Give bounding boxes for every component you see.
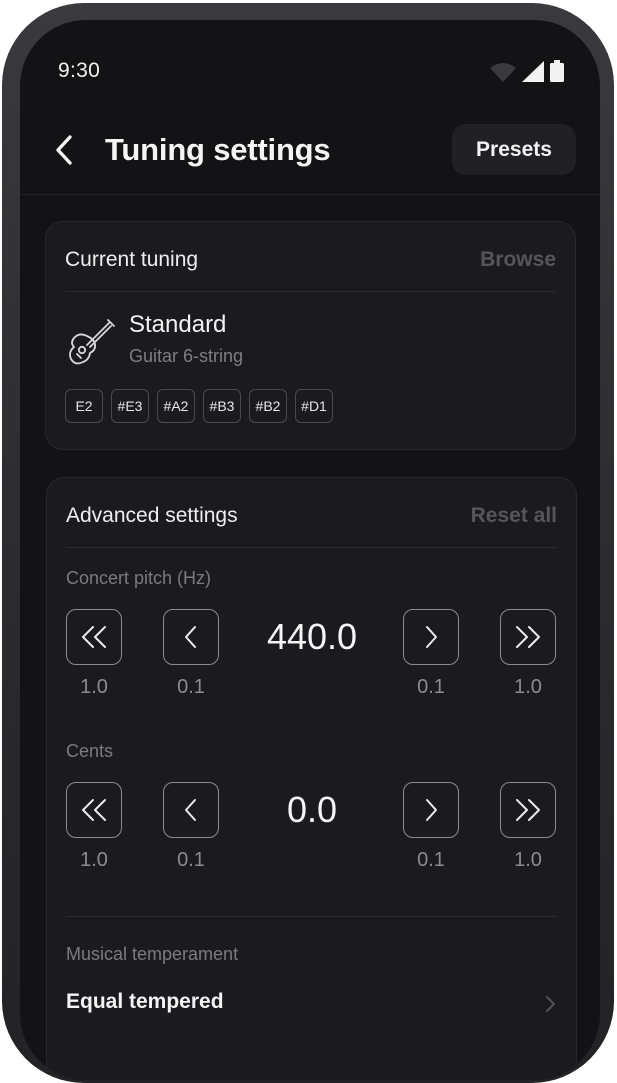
pitch-decrease-large-button[interactable] [66,609,122,665]
temperament-selector[interactable]: Equal tempered [66,990,224,1014]
back-button[interactable] [46,130,82,170]
status-time: 9:30 [58,59,101,82]
double-chevron-right-icon [516,626,540,648]
note-chip: #E3 [111,389,149,423]
chevron-right-icon [426,799,437,821]
pitch-increase-small-button[interactable] [403,609,459,665]
pitch-decrease-small-button[interactable] [163,609,219,665]
browse-button[interactable]: Browse [480,248,556,272]
cents-label: Cents [66,741,114,761]
card-divider [65,291,556,292]
page-title: Tuning settings [105,132,331,167]
card-divider [66,547,557,548]
cents-decrease-large-button[interactable] [66,782,122,838]
cents-value: 0.0 [286,789,338,830]
pitch-step-small-up: 0.1 [417,676,445,698]
pitch-step-large-up: 1.0 [514,676,542,698]
status-bar: 9:30 [20,20,600,110]
current-tuning-heading: Current tuning [65,248,199,271]
screen: 9:30 Tuning settings Presets Current tun… [20,20,600,1080]
reset-all-button[interactable]: Reset all [471,504,557,528]
current-tuning-card: Current tuning Browse Standard Guitar 6-… [45,221,576,450]
cents-step-large-up: 1.0 [514,849,542,871]
note-chip: #B2 [249,389,287,423]
presets-button[interactable]: Presets [452,124,576,175]
tuning-instrument: Guitar 6-string [129,346,244,366]
cents-step-large-down: 1.0 [80,849,108,871]
signal-icon [522,61,544,82]
advanced-settings-card: Advanced settings Reset all Concert pitc… [46,477,577,1080]
cents-increase-small-button[interactable] [403,782,459,838]
pitch-step-small-down: 0.1 [177,676,205,698]
guitar-icon [69,319,115,365]
pitch-step-large-down: 1.0 [80,676,108,698]
chevron-left-icon [185,799,196,821]
battery-icon [550,60,564,82]
chevron-right-icon [546,996,555,1012]
note-chip: E2 [65,389,103,423]
chevron-left-icon [56,135,72,165]
note-chip: #B3 [203,389,241,423]
cents-decrease-small-button[interactable] [163,782,219,838]
section-divider [66,916,557,917]
tuning-name: Standard [129,311,227,338]
tuning-notes: E2 #E3 #A2 #B3 #B2 #D1 [65,389,333,423]
cents-increase-large-button[interactable] [500,782,556,838]
double-chevron-left-icon [82,626,106,648]
advanced-settings-heading: Advanced settings [66,504,238,527]
chevron-left-icon [185,626,196,648]
note-chip: #D1 [295,389,333,423]
status-icons [490,60,564,82]
phone-frame: 9:30 Tuning settings Presets Current tun… [2,3,614,1083]
double-chevron-left-icon [82,799,106,821]
concert-pitch-value: 440.0 [266,616,358,657]
wifi-icon [490,63,516,82]
double-chevron-right-icon [516,799,540,821]
concert-pitch-label: Concert pitch (Hz) [66,568,212,588]
app-header: Tuning settings Presets [20,110,600,195]
note-chip: #A2 [157,389,195,423]
chevron-right-icon [426,626,437,648]
cents-step-small-up: 0.1 [417,849,445,871]
temperament-label: Musical temperament [66,944,239,964]
cents-step-small-down: 0.1 [177,849,205,871]
pitch-increase-large-button[interactable] [500,609,556,665]
